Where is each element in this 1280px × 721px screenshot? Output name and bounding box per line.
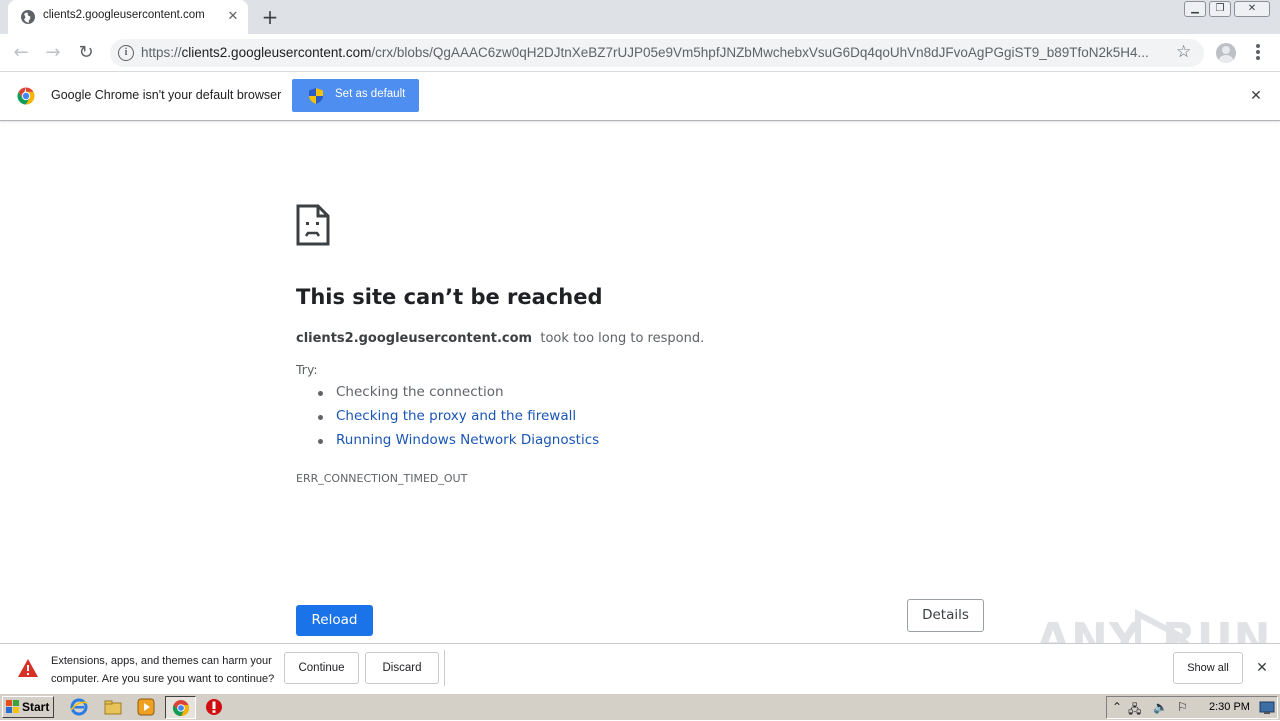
url-scheme: https:// xyxy=(141,45,182,60)
uac-shield-icon xyxy=(309,88,323,104)
close-window-button[interactable]: ✕ xyxy=(1234,1,1270,17)
try-label: Try: xyxy=(296,362,318,377)
windows-taskbar: Start ⌃ 🖧 🔈 ⚐ 2:30 PM xyxy=(0,693,1280,720)
error-description-text: took too long to respond. xyxy=(540,331,705,346)
tab-close-icon[interactable]: ✕ xyxy=(224,8,242,26)
profile-avatar-icon[interactable] xyxy=(1216,43,1236,63)
warning-line-1: Extensions, apps, and themes can harm yo… xyxy=(51,655,272,667)
reload-icon[interactable]: ↻ xyxy=(74,41,98,65)
minimize-window-button[interactable]: ▁ xyxy=(1184,1,1206,17)
taskbar-clock[interactable]: 2:30 PM xyxy=(1209,701,1250,713)
error-title: This site can’t be reached xyxy=(296,285,603,309)
browser-menu-icon[interactable] xyxy=(1252,42,1264,64)
infobar-close-icon[interactable]: ✕ xyxy=(1247,87,1265,105)
site-info-icon[interactable]: i xyxy=(118,45,134,61)
set-as-default-button[interactable]: Set as default xyxy=(292,79,419,112)
tray-expand-icon[interactable]: ⌃ xyxy=(1112,700,1122,714)
restore-window-button[interactable]: ❐ xyxy=(1209,1,1231,17)
forward-arrow-icon[interactable]: → xyxy=(41,41,65,65)
new-tab-button[interactable]: + xyxy=(258,6,282,28)
reload-button[interactable]: Reload xyxy=(296,605,373,636)
globe-icon xyxy=(21,10,35,24)
start-button[interactable]: Start xyxy=(2,696,54,718)
set-as-default-label: Set as default xyxy=(335,88,406,100)
discard-button[interactable]: Discard xyxy=(365,652,439,684)
security-alert-icon[interactable] xyxy=(205,698,223,716)
network-icon[interactable]: 🖧 xyxy=(1128,700,1141,721)
suggestion-check-proxy-link[interactable]: Checking the proxy and the firewall xyxy=(317,408,576,424)
show-all-button[interactable]: Show all xyxy=(1173,652,1243,684)
file-explorer-icon[interactable] xyxy=(104,698,122,716)
browser-toolbar: ← → ↻ i https://clients2.googleuserconte… xyxy=(0,34,1280,72)
url-path: /crx/blobs/QgAAAC6zw0qH2DJtnXeBZ7rUJP05e… xyxy=(371,45,1149,60)
default-browser-infobar: Google Chrome isn't your default browser… xyxy=(0,72,1280,121)
back-arrow-icon[interactable]: ← xyxy=(9,41,33,65)
error-host: clients2.googleusercontent.com xyxy=(296,331,533,346)
action-center-flag-icon[interactable]: ⚐ xyxy=(1177,700,1188,714)
chrome-logo-icon xyxy=(17,87,35,105)
address-bar[interactable]: i https://clients2.googleusercontent.com… xyxy=(110,39,1204,67)
url-text[interactable]: https://clients2.googleusercontent.com/c… xyxy=(141,45,1167,60)
tab-strip: clients2.googleusercontent.com ✕ + ▁ ❐ ✕ xyxy=(0,0,1280,34)
url-host: clients2.googleusercontent.com xyxy=(181,45,372,60)
error-code: ERR_CONNECTION_TIMED_OUT xyxy=(296,472,468,485)
shelf-close-icon[interactable]: ✕ xyxy=(1253,659,1271,677)
internet-explorer-icon[interactable] xyxy=(70,698,88,716)
system-tray: ⌃ 🖧 🔈 ⚐ 2:30 PM xyxy=(1106,696,1278,719)
windows-flag-icon xyxy=(6,700,19,713)
bookmark-star-icon[interactable]: ☆ xyxy=(1176,42,1191,62)
continue-button[interactable]: Continue xyxy=(284,652,359,684)
extension-warning-text: Extensions, apps, and themes can harm yo… xyxy=(51,652,274,688)
show-desktop-icon[interactable] xyxy=(1259,701,1275,715)
error-description: clients2.googleusercontent.com took too … xyxy=(296,331,704,346)
media-player-icon[interactable] xyxy=(137,698,155,716)
infobar-message: Google Chrome isn't your default browser xyxy=(51,88,282,102)
volume-icon[interactable]: 🔈 xyxy=(1153,700,1168,714)
details-button[interactable]: Details xyxy=(907,599,984,632)
chrome-taskbar-button[interactable] xyxy=(165,696,196,719)
warning-line-2: computer. Are you sure you want to conti… xyxy=(51,673,275,685)
suggestion-check-connection: Checking the connection xyxy=(318,384,504,400)
start-label: Start xyxy=(22,700,50,714)
shelf-divider xyxy=(444,650,445,686)
tab-title: clients2.googleusercontent.com xyxy=(43,9,205,21)
sad-document-icon xyxy=(296,204,330,246)
chrome-taskbar-icon xyxy=(172,700,190,717)
download-shelf: Extensions, apps, and themes can harm yo… xyxy=(0,643,1280,693)
browser-tab[interactable]: clients2.googleusercontent.com ✕ xyxy=(8,0,248,34)
suggestion-network-diagnostics-link[interactable]: Running Windows Network Diagnostics xyxy=(317,432,599,448)
warning-icon xyxy=(18,659,38,677)
